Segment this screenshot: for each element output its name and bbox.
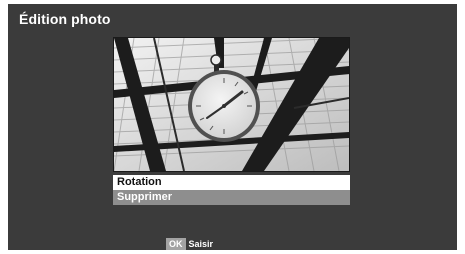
photo-edit-dialog: Édition photo Rotation Supprimer OK Sais…	[8, 4, 457, 250]
dialog-title: Édition photo	[19, 11, 111, 27]
menu-item-rotation[interactable]: Rotation	[113, 175, 350, 190]
screen: Édition photo Rotation Supprimer OK Sais…	[0, 0, 465, 254]
menu-item-supprimer[interactable]: Supprimer	[113, 190, 350, 205]
photo-edit-menu: Rotation Supprimer	[113, 175, 350, 205]
footer-hint: OK Saisir	[166, 238, 213, 250]
ok-key-icon: OK	[166, 238, 186, 250]
ok-action-label: Saisir	[188, 239, 214, 249]
photo-image	[114, 38, 349, 171]
photo-preview	[113, 37, 350, 172]
